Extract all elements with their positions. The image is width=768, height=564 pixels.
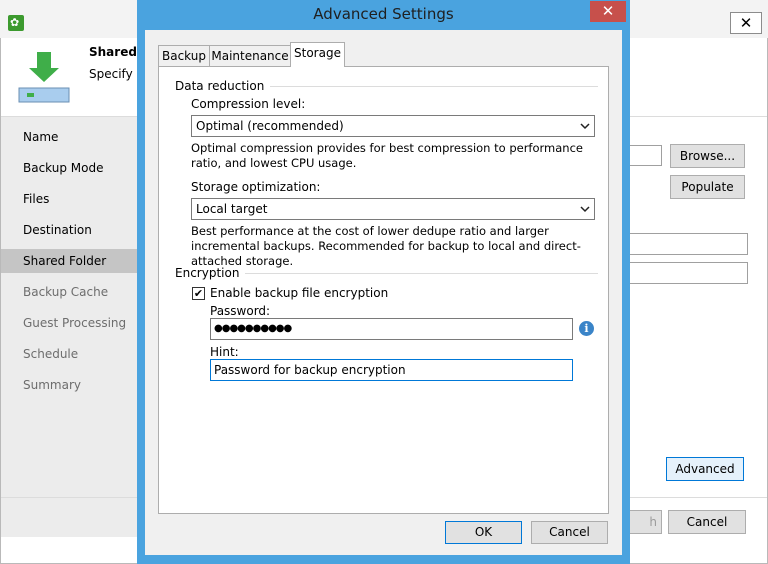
storage-optimization-label: Storage optimization: [191,180,321,194]
enable-encryption-checkbox[interactable]: ✔ [192,287,205,300]
dialog-title: Advanced Settings [313,5,454,23]
download-backup-icon [18,52,70,103]
browse-button[interactable]: Browse... [670,144,745,168]
step-summary[interactable]: Summary [23,378,81,392]
wizard-header-subtitle: Specify a [89,67,144,81]
step-backup-mode[interactable]: Backup Mode [23,161,104,175]
tab-maintenance[interactable]: Maintenance [209,45,291,66]
step-schedule[interactable]: Schedule [23,347,78,361]
step-backup-cache[interactable]: Backup Cache [23,285,108,299]
compression-level-select[interactable]: Optimal (recommended) [191,115,595,137]
password-input[interactable] [628,262,748,284]
compression-level-value: Optimal (recommended) [196,119,344,133]
username-input[interactable] [628,233,748,255]
compression-description: Optimal compression provides for best co… [191,141,583,170]
wizard-close-button[interactable]: ✕ [730,12,762,34]
hint-input[interactable]: Password for backup encryption [210,359,573,381]
storage-optimization-select[interactable]: Local target [191,198,595,220]
password-field[interactable]: ●●●●●●●●●● [210,318,573,340]
data-reduction-group-label: Data reduction [175,79,271,93]
veeam-app-icon [8,15,24,31]
step-guest-processing[interactable]: Guest Processing [23,316,126,330]
storage-optimization-description: Best performance at the cost of lower de… [191,224,581,268]
hint-label: Hint: [210,345,239,359]
wizard-cancel-button[interactable]: Cancel [668,510,746,534]
compression-level-label: Compression level: [191,97,306,111]
cancel-button[interactable]: Cancel [531,521,608,544]
storage-optimization-value: Local target [196,202,268,216]
password-label: Password: [210,304,271,318]
dialog-close-button[interactable]: ✕ [590,1,626,22]
step-files[interactable]: Files [23,192,49,206]
finish-button[interactable]: h [628,510,662,534]
tab-storage[interactable]: Storage [290,42,345,67]
tab-backup[interactable]: Backup [158,45,210,66]
step-destination[interactable]: Destination [23,223,92,237]
encryption-group-label: Encryption [175,266,246,280]
shared-folder-path-input[interactable] [628,145,662,166]
chevron-down-icon [580,116,590,144]
step-name[interactable]: Name [23,130,58,144]
populate-button[interactable]: Populate [670,175,745,199]
advanced-button[interactable]: Advanced [666,457,744,481]
step-shared-folder[interactable]: Shared Folder [23,254,106,268]
chevron-down-icon [580,199,590,227]
info-icon[interactable]: i [579,321,594,336]
ok-button[interactable]: OK [445,521,522,544]
enable-encryption-label[interactable]: Enable backup file encryption [210,286,388,300]
